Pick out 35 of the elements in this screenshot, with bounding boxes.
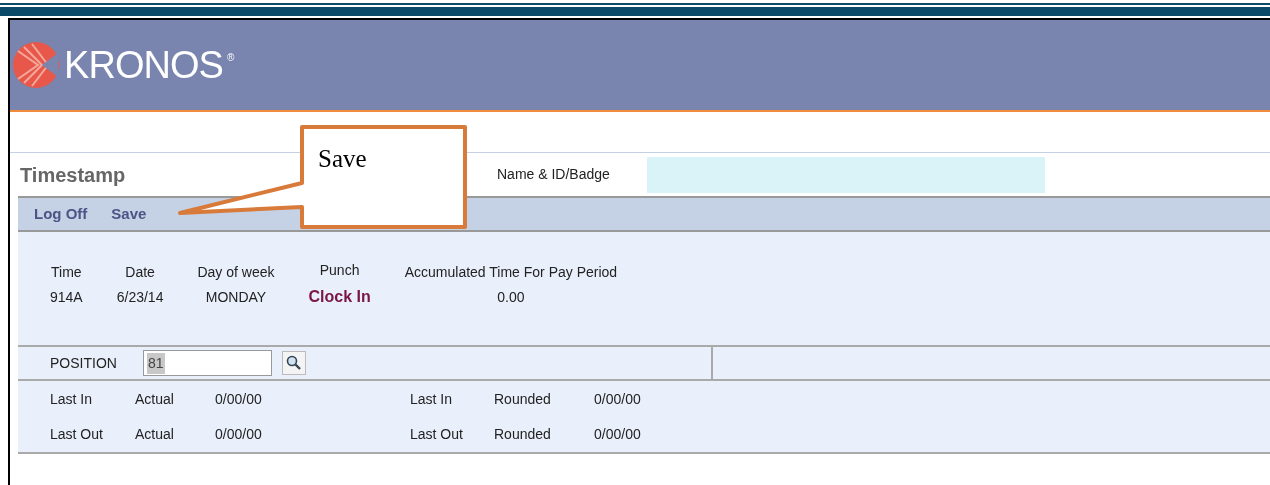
- position-field[interactable]: 81: [143, 350, 272, 376]
- punch-cell-text: 0/00/00: [215, 424, 263, 444]
- punch-cell-text: 0/00/00: [215, 389, 263, 409]
- punch-cell-text: Actual: [135, 424, 175, 444]
- summary-label: Accumulated Time For Pay Period: [404, 262, 618, 282]
- summary-label: Punch: [319, 261, 360, 280]
- summary-value: Clock In: [308, 287, 371, 307]
- punch-cell-text: Rounded: [494, 424, 552, 444]
- summary-value: 914A: [50, 287, 83, 307]
- punch-cell-text: Last In: [50, 389, 94, 409]
- search-icon: [286, 355, 302, 371]
- punch-cell-text: 0/00/00: [594, 389, 642, 409]
- toolbar-link[interactable]: Log Off: [34, 202, 88, 226]
- summary-label: Date: [125, 262, 155, 282]
- position-label: POSITION: [50, 353, 118, 373]
- summary-label: Day of week: [197, 262, 275, 282]
- registered-mark: ®: [227, 51, 235, 65]
- summary-value: 6/23/14: [116, 287, 164, 307]
- punch-cell-text: Last Out: [410, 424, 464, 444]
- summary-value: MONDAY: [205, 287, 267, 307]
- position-value: 81: [147, 352, 165, 374]
- search-button[interactable]: [282, 351, 306, 375]
- punch-cell-text: Actual: [135, 389, 175, 409]
- page-title: Timestamp: [20, 162, 127, 188]
- summary-value: 0.00: [497, 287, 525, 307]
- punch-cell-text: Last In: [410, 389, 454, 409]
- name-label: Name & ID/Badge: [497, 165, 611, 184]
- punch-cell-text: 0/00/00: [594, 424, 642, 444]
- callout-text: Save: [318, 144, 367, 174]
- punch-cell-text: Last Out: [50, 424, 104, 444]
- summary-label: Time: [51, 262, 82, 282]
- name-field[interactable]: [647, 156, 1045, 193]
- logo-text: KRONOS: [64, 46, 223, 84]
- punch-cell-text: Rounded: [494, 389, 552, 409]
- toolbar-link[interactable]: Save: [111, 202, 147, 226]
